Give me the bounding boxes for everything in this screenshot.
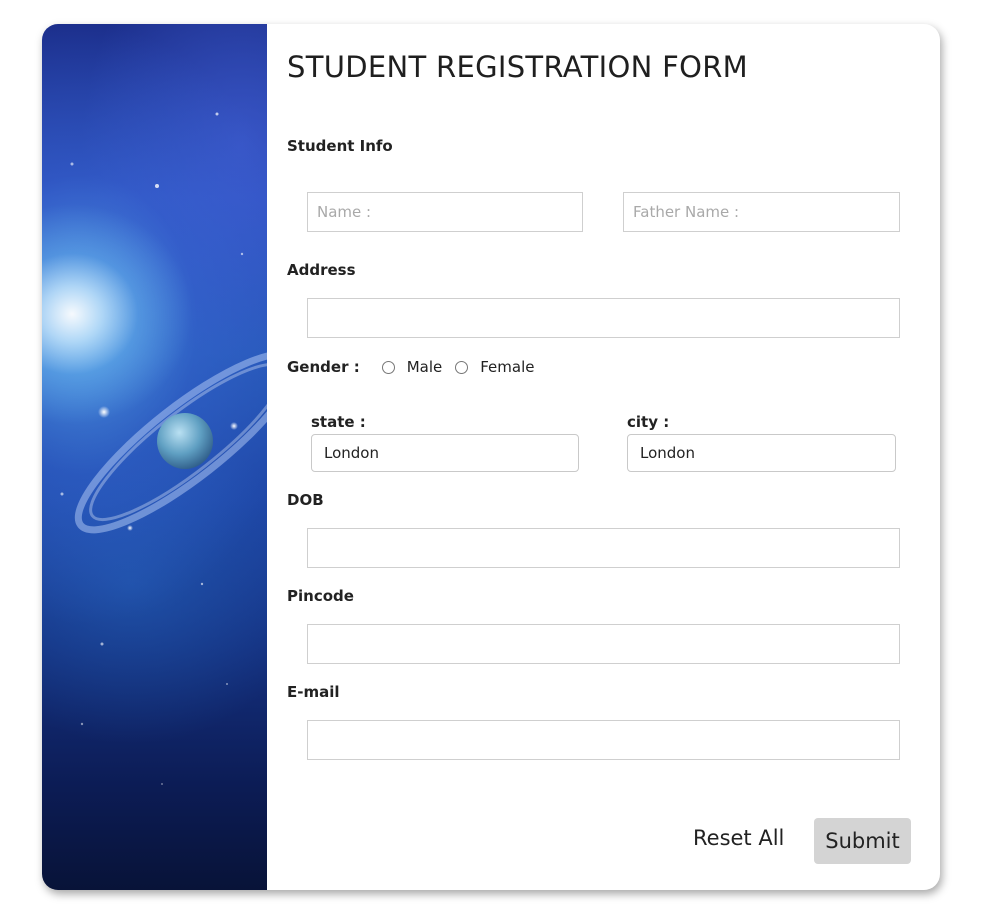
pincode-input[interactable] bbox=[307, 624, 900, 664]
address-input[interactable] bbox=[307, 298, 900, 338]
registration-card: STUDENT REGISTRATION FORM Student Info A… bbox=[42, 24, 940, 890]
name-input[interactable] bbox=[307, 192, 583, 232]
dob-label: DOB bbox=[287, 491, 324, 509]
pincode-label: Pincode bbox=[287, 587, 354, 605]
email-label: E-mail bbox=[287, 683, 340, 701]
gender-label: Gender : bbox=[287, 358, 360, 376]
dob-input[interactable] bbox=[307, 528, 900, 568]
gender-female-label: Female bbox=[480, 358, 535, 376]
city-select[interactable]: London bbox=[627, 434, 896, 472]
email-input[interactable] bbox=[307, 720, 900, 760]
state-select[interactable]: London bbox=[311, 434, 579, 472]
space-planet-icon bbox=[60, 112, 267, 785]
city-label: city : bbox=[627, 413, 670, 431]
student-info-label: Student Info bbox=[287, 137, 393, 155]
submit-button[interactable]: Submit bbox=[814, 818, 911, 864]
form-area: STUDENT REGISTRATION FORM Student Info A… bbox=[267, 24, 940, 890]
gender-female-radio[interactable] bbox=[455, 360, 469, 374]
reset-all-button[interactable]: Reset All bbox=[679, 816, 798, 860]
gender-row: Gender : Male Female bbox=[287, 356, 547, 378]
state-label: state : bbox=[311, 413, 366, 431]
address-label: Address bbox=[287, 261, 356, 279]
space-planet-image bbox=[42, 24, 267, 890]
gender-male-radio[interactable] bbox=[381, 360, 395, 374]
page-title: STUDENT REGISTRATION FORM bbox=[287, 50, 748, 84]
father-name-input[interactable] bbox=[623, 192, 900, 232]
gender-male-label: Male bbox=[406, 358, 443, 376]
